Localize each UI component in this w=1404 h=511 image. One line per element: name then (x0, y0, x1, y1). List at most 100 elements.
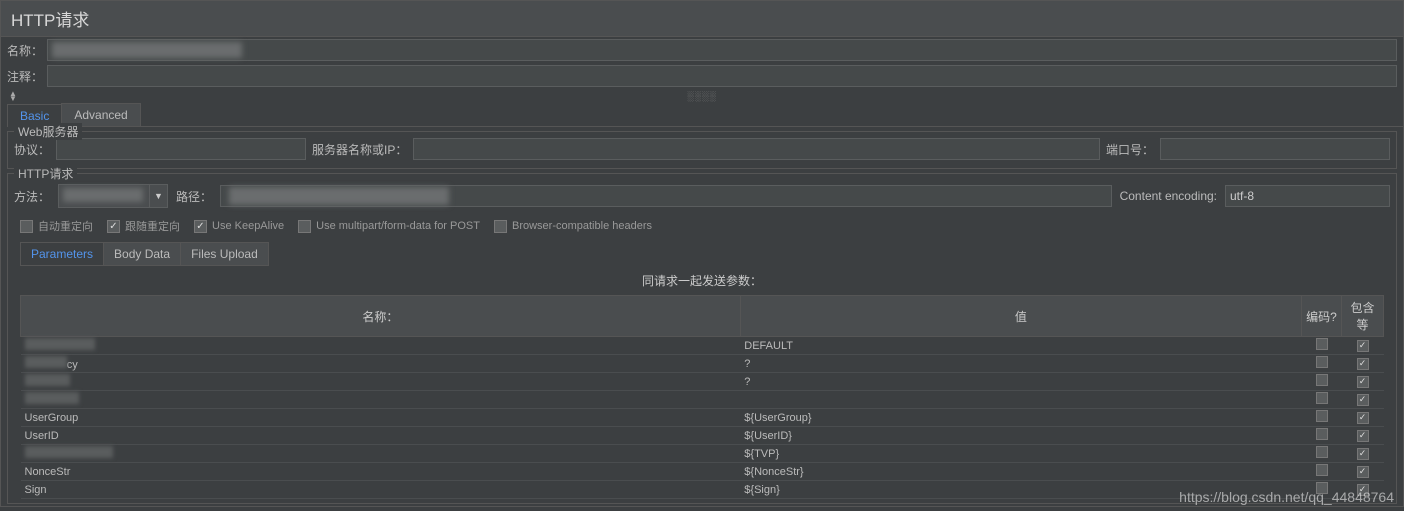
checkbox-icon[interactable] (1316, 428, 1328, 440)
param-name-cell[interactable]: cy (21, 355, 741, 373)
protocol-field[interactable] (56, 138, 306, 160)
method-label: 方法： (14, 188, 50, 205)
panel-title: HTTP请求 (1, 1, 1403, 37)
param-encode-cell[interactable] (1302, 337, 1342, 355)
col-value[interactable]: 值 (740, 296, 1301, 337)
checkbox-icon[interactable] (1316, 392, 1328, 404)
multipart-checkbox[interactable]: Use multipart/form-data for POST (298, 220, 480, 233)
checkbox-icon[interactable] (1316, 356, 1328, 368)
auto-redirect-checkbox[interactable]: 自动重定向 (20, 218, 93, 234)
col-encode[interactable]: 编码? (1302, 296, 1342, 337)
keepalive-checkbox[interactable]: Use KeepAlive (194, 220, 284, 233)
param-encode-cell[interactable] (1302, 463, 1342, 481)
checkbox-icon[interactable] (1316, 374, 1328, 386)
param-include-cell[interactable] (1342, 391, 1384, 409)
checkbox-icon[interactable] (1357, 358, 1369, 370)
checkbox-icon[interactable] (1357, 412, 1369, 424)
options-row: 自动重定向 跟随重定向 Use KeepAlive Use multipart/… (14, 212, 1390, 236)
comment-row: 注释： (1, 63, 1403, 89)
main-tab-bar: Basic Advanced (7, 103, 1403, 127)
splitter-arrows-icon: ▲▼ (9, 91, 17, 101)
table-row[interactable]: ? (21, 373, 1384, 391)
checkbox-icon[interactable] (1316, 446, 1328, 458)
path-label: 路径： (176, 188, 212, 205)
table-row[interactable]: ${TVP} (21, 445, 1384, 463)
param-value-cell[interactable]: ? (740, 355, 1301, 373)
grip-icon: ░░░░ (687, 91, 717, 101)
col-name[interactable]: 名称： (21, 296, 741, 337)
checkbox-icon[interactable] (1357, 466, 1369, 478)
param-encode-cell[interactable] (1302, 373, 1342, 391)
table-row[interactable]: UserID${UserID} (21, 427, 1384, 445)
table-row[interactable] (21, 391, 1384, 409)
checkbox-icon[interactable] (1316, 410, 1328, 422)
param-include-cell[interactable] (1342, 355, 1384, 373)
param-name-cell[interactable]: Sign (21, 481, 741, 499)
encoding-label: Content encoding: (1120, 189, 1217, 203)
tab-body-data[interactable]: Body Data (103, 242, 181, 266)
param-encode-cell[interactable] (1302, 391, 1342, 409)
param-include-cell[interactable] (1342, 373, 1384, 391)
name-row: 名称： (1, 37, 1403, 63)
follow-redirect-checkbox[interactable]: 跟随重定向 (107, 218, 180, 234)
name-field[interactable] (47, 39, 1397, 61)
checkbox-icon[interactable] (1357, 340, 1369, 352)
browser-compat-label: Browser-compatible headers (512, 220, 652, 232)
method-dropdown[interactable]: ▼ (58, 184, 168, 208)
checkbox-icon[interactable] (1357, 376, 1369, 388)
chevron-down-icon: ▼ (149, 185, 167, 207)
param-include-cell[interactable] (1342, 445, 1384, 463)
params-caption: 同请求一起发送参数： (14, 266, 1390, 295)
encoding-field[interactable] (1225, 185, 1390, 207)
tab-files-upload[interactable]: Files Upload (180, 242, 269, 266)
table-row[interactable]: cy? (21, 355, 1384, 373)
http-request-fieldset: HTTP请求 方法： ▼ 路径： Content encoding: 自动重定向… (7, 173, 1397, 504)
param-name-cell[interactable] (21, 391, 741, 409)
checkbox-icon[interactable] (1357, 448, 1369, 460)
param-value-cell[interactable]: ${TVP} (740, 445, 1301, 463)
param-encode-cell[interactable] (1302, 355, 1342, 373)
checkbox-icon[interactable] (1357, 430, 1369, 442)
param-name-cell[interactable]: NonceStr (21, 463, 741, 481)
browser-compat-checkbox[interactable]: Browser-compatible headers (494, 220, 652, 233)
param-tab-bar: Parameters Body Data Files Upload (20, 242, 1390, 266)
param-value-cell[interactable]: DEFAULT (740, 337, 1301, 355)
port-label: 端口号： (1106, 141, 1154, 158)
checkbox-icon[interactable] (1316, 338, 1328, 350)
param-encode-cell[interactable] (1302, 445, 1342, 463)
param-include-cell[interactable] (1342, 463, 1384, 481)
server-label: 服务器名称或IP： (312, 141, 407, 158)
param-name-cell[interactable]: UserGroup (21, 409, 741, 427)
follow-redirect-label: 跟随重定向 (125, 218, 180, 234)
col-include[interactable]: 包含等 (1342, 296, 1384, 337)
param-value-cell[interactable]: ${UserGroup} (740, 409, 1301, 427)
param-value-cell[interactable]: ${UserID} (740, 427, 1301, 445)
param-encode-cell[interactable] (1302, 409, 1342, 427)
table-row[interactable]: NonceStr${NonceStr} (21, 463, 1384, 481)
param-name-cell[interactable] (21, 373, 741, 391)
web-server-legend: Web服务器 (14, 123, 82, 140)
comment-label: 注释： (7, 68, 43, 85)
http-request-legend: HTTP请求 (14, 165, 77, 182)
server-field[interactable] (413, 138, 1100, 160)
tab-parameters[interactable]: Parameters (20, 242, 104, 266)
checkbox-icon[interactable] (1357, 394, 1369, 406)
comment-field[interactable] (47, 65, 1397, 87)
table-row[interactable]: UserGroup${UserGroup} (21, 409, 1384, 427)
splitter[interactable]: ▲▼ ░░░░ (1, 89, 1403, 103)
param-name-cell[interactable]: UserID (21, 427, 741, 445)
param-include-cell[interactable] (1342, 337, 1384, 355)
param-name-cell[interactable] (21, 337, 741, 355)
port-field[interactable] (1160, 138, 1390, 160)
table-row[interactable]: DEFAULT (21, 337, 1384, 355)
param-include-cell[interactable] (1342, 409, 1384, 427)
checkbox-icon[interactable] (1316, 464, 1328, 476)
param-value-cell[interactable] (740, 391, 1301, 409)
name-label: 名称： (7, 42, 43, 59)
param-include-cell[interactable] (1342, 427, 1384, 445)
param-value-cell[interactable]: ? (740, 373, 1301, 391)
param-encode-cell[interactable] (1302, 427, 1342, 445)
param-name-cell[interactable] (21, 445, 741, 463)
path-field[interactable] (220, 185, 1112, 207)
param-value-cell[interactable]: ${NonceStr} (740, 463, 1301, 481)
